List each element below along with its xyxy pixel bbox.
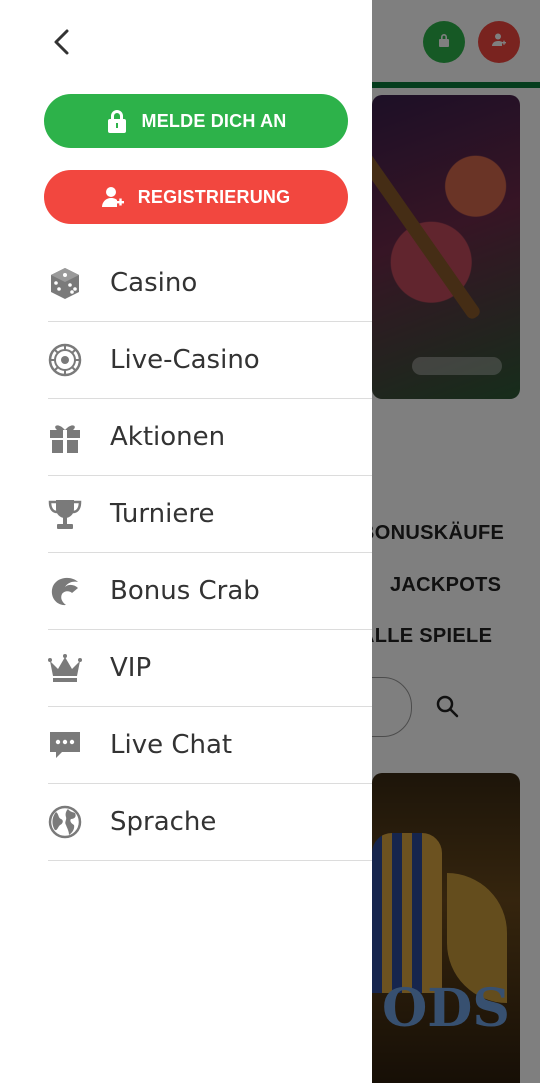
menu-item-label: Live-Casino	[110, 345, 260, 375]
register-button[interactable]: REGISTRIERUNG	[44, 170, 348, 224]
menu-item-label: Casino	[110, 268, 198, 298]
login-button-label: MELDE DICH AN	[141, 110, 287, 131]
menu-item-casino[interactable]: Casino	[48, 245, 372, 322]
menu-item-live-chat[interactable]: Live Chat	[48, 707, 372, 784]
menu-item-bonus-crab[interactable]: Bonus Crab	[48, 553, 372, 630]
main-menu: Casino Live-Casino Aktionen Turniere Bon…	[48, 245, 372, 861]
menu-item-vip[interactable]: VIP	[48, 630, 372, 707]
side-drawer: MELDE DICH AN REGISTRIERUNG Casino Live-…	[0, 0, 372, 1083]
register-button-label: REGISTRIERUNG	[137, 186, 291, 207]
menu-item-label: VIP	[110, 653, 152, 683]
gift-icon	[48, 420, 82, 454]
lock-icon	[106, 109, 128, 133]
menu-item-turniere[interactable]: Turniere	[48, 476, 372, 553]
globe-icon	[48, 805, 82, 839]
chevron-left-icon	[51, 28, 73, 61]
menu-item-label: Live Chat	[110, 730, 233, 760]
menu-item-label: Bonus Crab	[110, 576, 260, 606]
roulette-icon	[48, 343, 82, 377]
menu-item-sprache[interactable]: Sprache	[48, 784, 372, 861]
dice-icon	[48, 266, 82, 300]
menu-item-label: Aktionen	[110, 422, 226, 452]
crown-icon	[48, 651, 82, 685]
menu-item-label: Turniere	[110, 499, 215, 529]
user-plus-icon	[101, 185, 124, 209]
menu-item-aktionen[interactable]: Aktionen	[48, 399, 372, 476]
login-button[interactable]: MELDE DICH AN	[44, 94, 348, 148]
menu-item-label: Sprache	[110, 807, 217, 837]
trophy-icon	[48, 497, 82, 531]
menu-item-live-casino[interactable]: Live-Casino	[48, 322, 372, 399]
crab-claw-icon	[48, 574, 82, 608]
chat-icon	[48, 728, 82, 762]
back-button[interactable]	[44, 24, 80, 64]
